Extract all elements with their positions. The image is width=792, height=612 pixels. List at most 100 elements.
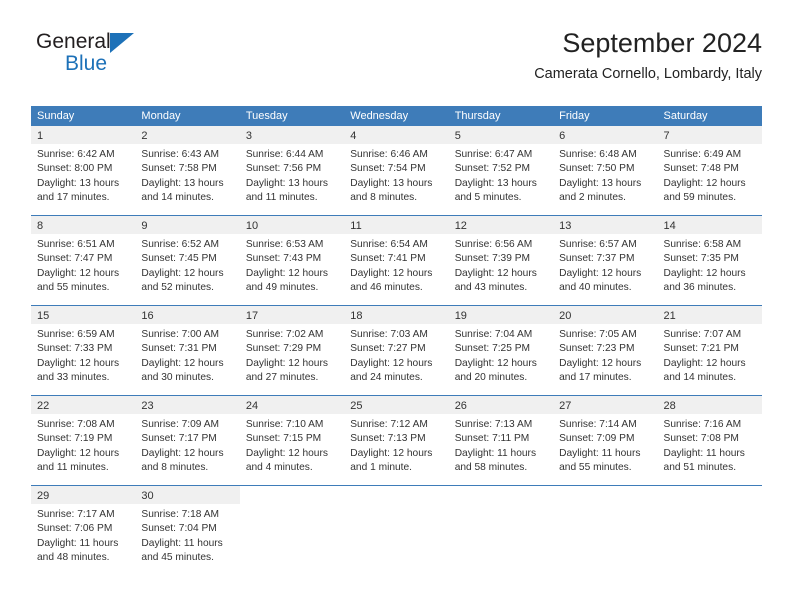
- day-number: 10: [245, 220, 259, 232]
- day-number-band: 8: [31, 216, 136, 234]
- day-cell[interactable]: 7 Sunrise: 6:49 AM Sunset: 7:48 PM Daylight…: [657, 126, 762, 215]
- day-cell[interactable]: 6 Sunrise: 6:48 AM Sunset: 7:50 PM Daylight…: [553, 126, 658, 215]
- day-cell-empty: [344, 486, 449, 575]
- daylight-text-line2: and 30 minutes.: [141, 371, 214, 383]
- day-cell[interactable]: 11 Sunrise: 6:54 AM Sunset: 7:41 PM Dayligh…: [344, 216, 449, 305]
- day-cell[interactable]: 9 Sunrise: 6:52 AM Sunset: 7:45 PM Daylight…: [135, 216, 240, 305]
- day-cell[interactable]: 29 Sunrise: 7:17 AM Sunset: 7:06 PM Dayligh…: [31, 486, 136, 575]
- day-cell[interactable]: 30 Sunrise: 7:18 AM Sunset: 7:04 PM Dayligh…: [135, 486, 240, 575]
- sunset-text: Sunset: 7:15 PM: [245, 433, 322, 445]
- day-cell[interactable]: 4 Sunrise: 6:46 AM Sunset: 7:54 PM Daylight…: [344, 126, 449, 215]
- sunrise-text: Sunrise: 7:03 AM: [350, 329, 428, 340]
- day-cell[interactable]: 22 Sunrise: 7:08 AM Sunset: 7:19 PM Dayligh…: [31, 396, 136, 485]
- daylight-text-line1: Daylight: 13 hours: [454, 177, 537, 189]
- day-details: Sunrise: 7:00 AM Sunset: 7:31 PM Daylight:…: [135, 324, 239, 391]
- day-details: Sunrise: 6:43 AM Sunset: 7:58 PM Daylight:…: [135, 144, 239, 211]
- day-details: [658, 504, 762, 514]
- day-cell[interactable]: 21 Sunrise: 7:07 AM Sunset: 7:21 PM Dayligh…: [657, 306, 762, 395]
- day-cell[interactable]: 19 Sunrise: 7:04 AM Sunset: 7:25 PM Dayligh…: [448, 306, 554, 395]
- calendar-week-row: 1 Sunrise: 6:42 AM Sunset: 8:00 PM Daylight…: [31, 126, 762, 215]
- day-cell[interactable]: 24 Sunrise: 7:10 AM Sunset: 7:15 PM Dayligh…: [239, 396, 345, 485]
- day-details: Sunrise: 6:54 AM Sunset: 7:41 PM Daylight:…: [344, 234, 448, 301]
- day-cell[interactable]: 15 Sunrise: 6:59 AM Sunset: 7:33 PM Dayligh…: [31, 306, 136, 395]
- day-cell[interactable]: 3 Sunrise: 6:44 AM Sunset: 7:56 PM Daylight…: [239, 126, 345, 215]
- sunset-text: Sunset: 7:54 PM: [350, 163, 426, 175]
- day-number: 22: [37, 400, 50, 412]
- day-number-band: [344, 486, 449, 504]
- day-cell[interactable]: 25 Sunrise: 7:12 AM Sunset: 7:13 PM Dayligh…: [344, 396, 449, 485]
- daylight-text-line2: and 8 minutes.: [350, 191, 418, 203]
- daylight-text-line2: and 27 minutes.: [245, 371, 319, 383]
- sunset-text: Sunset: 7:19 PM: [37, 433, 113, 445]
- day-number: 18: [350, 310, 363, 322]
- daylight-text-line1: Daylight: 12 hours: [454, 267, 537, 279]
- day-cell[interactable]: 23 Sunrise: 7:09 AM Sunset: 7:17 PM Dayligh…: [135, 396, 240, 485]
- daylight-text-line1: Daylight: 11 hours: [37, 537, 119, 549]
- daylight-text-line1: Daylight: 12 hours: [350, 447, 433, 459]
- sunrise-text: Sunrise: 7:04 AM: [454, 329, 533, 340]
- weekday-header-wednesday: Wednesday: [350, 110, 409, 122]
- day-cell[interactable]: 2 Sunrise: 6:43 AM Sunset: 7:58 PM Daylight…: [135, 126, 240, 215]
- page-title: September 2024: [562, 28, 762, 58]
- sunrise-text: Sunrise: 6:48 AM: [559, 149, 637, 160]
- weekday-header-sunday: Sunday: [37, 110, 75, 122]
- daylight-text-line2: and 8 minutes.: [141, 461, 209, 473]
- weekday-header-thursday: Thursday: [454, 110, 501, 122]
- day-cell[interactable]: 28 Sunrise: 7:16 AM Sunset: 7:08 PM Dayligh…: [657, 396, 762, 485]
- daylight-text-line2: and 14 minutes.: [663, 371, 737, 383]
- day-number: 23: [141, 400, 154, 412]
- page-subtitle: Camerata Cornello, Lombardy, Italy: [534, 66, 762, 82]
- sunset-text: Sunset: 7:47 PM: [37, 253, 113, 265]
- day-number-band: 23: [135, 396, 240, 414]
- daylight-text-line1: Daylight: 12 hours: [141, 357, 224, 369]
- sunrise-text: Sunrise: 7:18 AM: [141, 509, 220, 520]
- day-cell[interactable]: 1 Sunrise: 6:42 AM Sunset: 8:00 PM Daylight…: [31, 126, 136, 215]
- day-number: 6: [559, 130, 566, 142]
- day-cell[interactable]: 12 Sunrise: 6:56 AM Sunset: 7:39 PM Dayligh…: [448, 216, 554, 305]
- day-details: Sunrise: 6:42 AM Sunset: 8:00 PM Daylight:…: [31, 144, 135, 211]
- daylight-text-line2: and 20 minutes.: [454, 371, 528, 383]
- day-number-band: 21: [657, 306, 762, 324]
- day-cell[interactable]: 26 Sunrise: 7:13 AM Sunset: 7:11 PM Dayligh…: [448, 396, 554, 485]
- day-cell[interactable]: 5 Sunrise: 6:47 AM Sunset: 7:52 PM Daylight…: [448, 126, 554, 215]
- day-number-band: 9: [135, 216, 240, 234]
- day-number-band: 30: [135, 486, 240, 504]
- daylight-text-line2: and 40 minutes.: [559, 281, 632, 293]
- sunrise-text: Sunrise: 6:47 AM: [454, 149, 533, 160]
- day-cell[interactable]: 10 Sunrise: 6:53 AM Sunset: 7:43 PM Dayligh…: [239, 216, 345, 305]
- sunset-text: Sunset: 7:29 PM: [245, 343, 322, 355]
- sunset-text: Sunset: 7:09 PM: [559, 433, 635, 445]
- day-cell[interactable]: 14 Sunrise: 6:58 AM Sunset: 7:35 PM Dayligh…: [657, 216, 762, 305]
- day-cell[interactable]: 13 Sunrise: 6:57 AM Sunset: 7:37 PM Dayligh…: [553, 216, 658, 305]
- sunrise-text: Sunrise: 7:00 AM: [141, 329, 220, 340]
- day-cell[interactable]: 18 Sunrise: 7:03 AM Sunset: 7:27 PM Dayligh…: [344, 306, 449, 395]
- day-details: Sunrise: 6:56 AM Sunset: 7:39 PM Daylight:…: [449, 234, 553, 301]
- day-cell[interactable]: 17 Sunrise: 7:02 AM Sunset: 7:29 PM Dayligh…: [239, 306, 345, 395]
- day-number-band: 14: [657, 216, 762, 234]
- daylight-text-line1: Daylight: 12 hours: [663, 357, 746, 369]
- sunrise-text: Sunrise: 6:46 AM: [350, 149, 428, 160]
- daylight-text-line2: and 46 minutes.: [350, 281, 423, 293]
- sunset-text: Sunset: 7:37 PM: [559, 253, 635, 265]
- day-cell[interactable]: 8 Sunrise: 6:51 AM Sunset: 7:47 PM Daylight…: [31, 216, 136, 305]
- sunrise-text: Sunrise: 6:58 AM: [663, 239, 742, 250]
- day-number-band: 2: [135, 126, 240, 144]
- day-cell[interactable]: 27 Sunrise: 7:14 AM Sunset: 7:09 PM Dayligh…: [553, 396, 658, 485]
- day-cell[interactable]: 16 Sunrise: 7:00 AM Sunset: 7:31 PM Dayligh…: [135, 306, 240, 395]
- sunset-text: Sunset: 7:50 PM: [559, 163, 635, 175]
- page-header: General Blue September 2024 Camerata Cor…: [31, 26, 762, 96]
- daylight-text-line1: Daylight: 13 hours: [245, 177, 328, 189]
- day-number: 21: [663, 310, 676, 322]
- daylight-text-line1: Daylight: 11 hours: [663, 447, 745, 459]
- day-cell-empty: [553, 486, 658, 575]
- day-number-band: 6: [553, 126, 658, 144]
- sunrise-text: Sunrise: 7:02 AM: [245, 329, 324, 340]
- daylight-text-line1: Daylight: 11 hours: [141, 537, 223, 549]
- day-number: 7: [663, 130, 670, 142]
- day-details: [344, 504, 448, 514]
- day-cell[interactable]: 20 Sunrise: 7:05 AM Sunset: 7:23 PM Dayligh…: [553, 306, 658, 395]
- day-number-band: 16: [135, 306, 240, 324]
- sunset-text: Sunset: 7:58 PM: [141, 163, 217, 175]
- day-details: Sunrise: 7:18 AM Sunset: 7:04 PM Daylight:…: [135, 504, 239, 571]
- daylight-text-line2: and 2 minutes.: [559, 191, 626, 203]
